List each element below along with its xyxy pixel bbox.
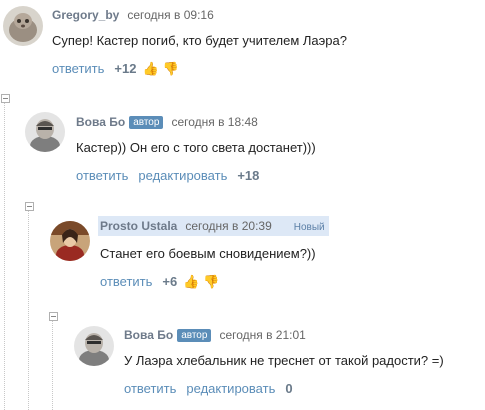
thumbs-up-icon[interactable]: 👍 [183,274,199,289]
comment-text: Кастер)) Он его с того света достанет))) [76,140,316,155]
reply-link[interactable]: ответить [52,61,104,76]
avatar[interactable] [74,326,114,366]
avatar[interactable] [50,221,90,261]
thumbs-down-icon[interactable]: 👎 [203,274,219,289]
comment-actions: ответить +12 👍 👎 [52,61,179,77]
author-name[interactable]: Вова Бо [124,328,173,342]
score: +6 [162,274,178,289]
score: 0 [285,381,293,396]
timestamp[interactable]: сегодня в 21:01 [219,328,305,342]
collapse-icon[interactable] [25,202,34,211]
comment-meta: Gregory_by сегодня в 09:16 [52,8,214,22]
comment-header-highlight: Prosto Ustala сегодня в 20:39 Новый [98,216,329,236]
reply-link[interactable]: ответить [100,274,152,289]
comment-text: Станет его боевым сновидением?)) [100,246,316,261]
timestamp[interactable]: сегодня в 20:39 [185,219,271,233]
thread-line [4,102,5,410]
comment-meta: Prosto Ustala сегодня в 20:39 Новый [98,216,329,236]
comment-meta: Вова Бо автор сегодня в 21:01 [124,328,306,342]
timestamp[interactable]: сегодня в 09:16 [127,8,213,22]
reply-link[interactable]: ответить [124,381,176,396]
author-name[interactable]: Вова Бо [76,115,125,129]
comment-actions: ответить редактировать 0 [124,381,299,396]
author-badge: автор [129,116,164,129]
comment-actions: ответить +6 👍 👎 [100,274,220,290]
author-name[interactable]: Gregory_by [52,8,119,22]
collapse-icon[interactable] [49,312,58,321]
thumbs-up-icon[interactable]: 👍 [142,61,158,76]
comment-text: У Лаэра хлебальник не треснет от такой р… [124,353,444,368]
avatar[interactable] [25,112,65,152]
comment-text: Супер! Кастер погиб, кто будет учителем … [52,33,347,48]
author-name[interactable]: Prosto Ustala [100,219,177,233]
collapse-icon[interactable] [1,94,10,103]
thumbs-down-icon[interactable]: 👎 [163,61,179,76]
thread-line [28,210,29,410]
reply-link[interactable]: ответить [76,168,128,183]
new-badge: Новый [293,222,325,233]
comment-actions: ответить редактировать +18 [76,168,265,183]
edit-link[interactable]: редактировать [138,168,227,183]
score: +18 [237,168,260,183]
avatar[interactable] [3,6,43,46]
author-badge: автор [177,329,212,342]
timestamp[interactable]: сегодня в 18:48 [171,115,257,129]
thread-line [52,320,53,410]
score: +12 [114,61,137,76]
comment-meta: Вова Бо автор сегодня в 18:48 [76,115,258,129]
edit-link[interactable]: редактировать [186,381,275,396]
